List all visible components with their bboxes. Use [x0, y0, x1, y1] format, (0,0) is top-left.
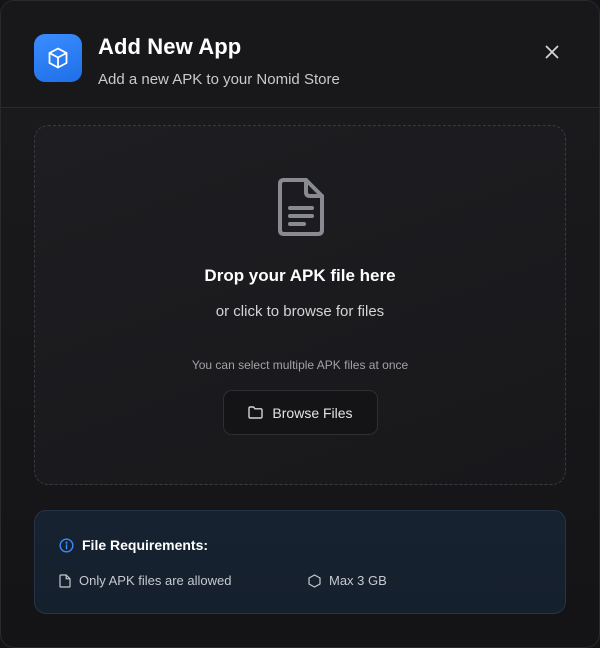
browse-files-button[interactable]: Browse Files: [223, 390, 378, 435]
apk-dropzone[interactable]: Drop your APK file here or click to brow…: [34, 125, 566, 485]
folder-icon: [248, 406, 264, 419]
document-icon: [275, 176, 327, 238]
file-requirements-panel: File Requirements: Only APK files are al…: [34, 510, 566, 614]
drop-subtitle: or click to browse for files: [215, 303, 385, 320]
drop-hint: You can select multiple APK files at onc…: [191, 358, 409, 372]
add-app-dialog: Add New App Add a new APK to your Nomid …: [0, 0, 600, 648]
drop-title: Drop your APK file here: [204, 266, 396, 285]
dialog-title: Add New App: [98, 34, 242, 59]
requirements-heading: File Requirements:: [59, 537, 208, 553]
package-cube-icon: [34, 34, 82, 82]
requirement-text: Max 3 GB: [329, 573, 387, 588]
requirement-item: Max 3 GB: [308, 573, 387, 588]
hexagon-icon: [308, 573, 321, 588]
requirement-text: Only APK files are allowed: [79, 573, 232, 588]
dialog-subtitle: Add a new APK to your Nomid Store: [98, 71, 340, 88]
close-icon: [545, 45, 559, 59]
close-button[interactable]: [539, 39, 565, 65]
requirement-item: Only APK files are allowed: [59, 573, 231, 588]
requirements-title: File Requirements:: [82, 537, 209, 553]
info-icon: [59, 537, 74, 553]
browse-files-label: Browse Files: [272, 404, 353, 421]
dialog-header: Add New App Add a new APK to your Nomid …: [1, 1, 599, 108]
file-icon: [59, 573, 71, 588]
